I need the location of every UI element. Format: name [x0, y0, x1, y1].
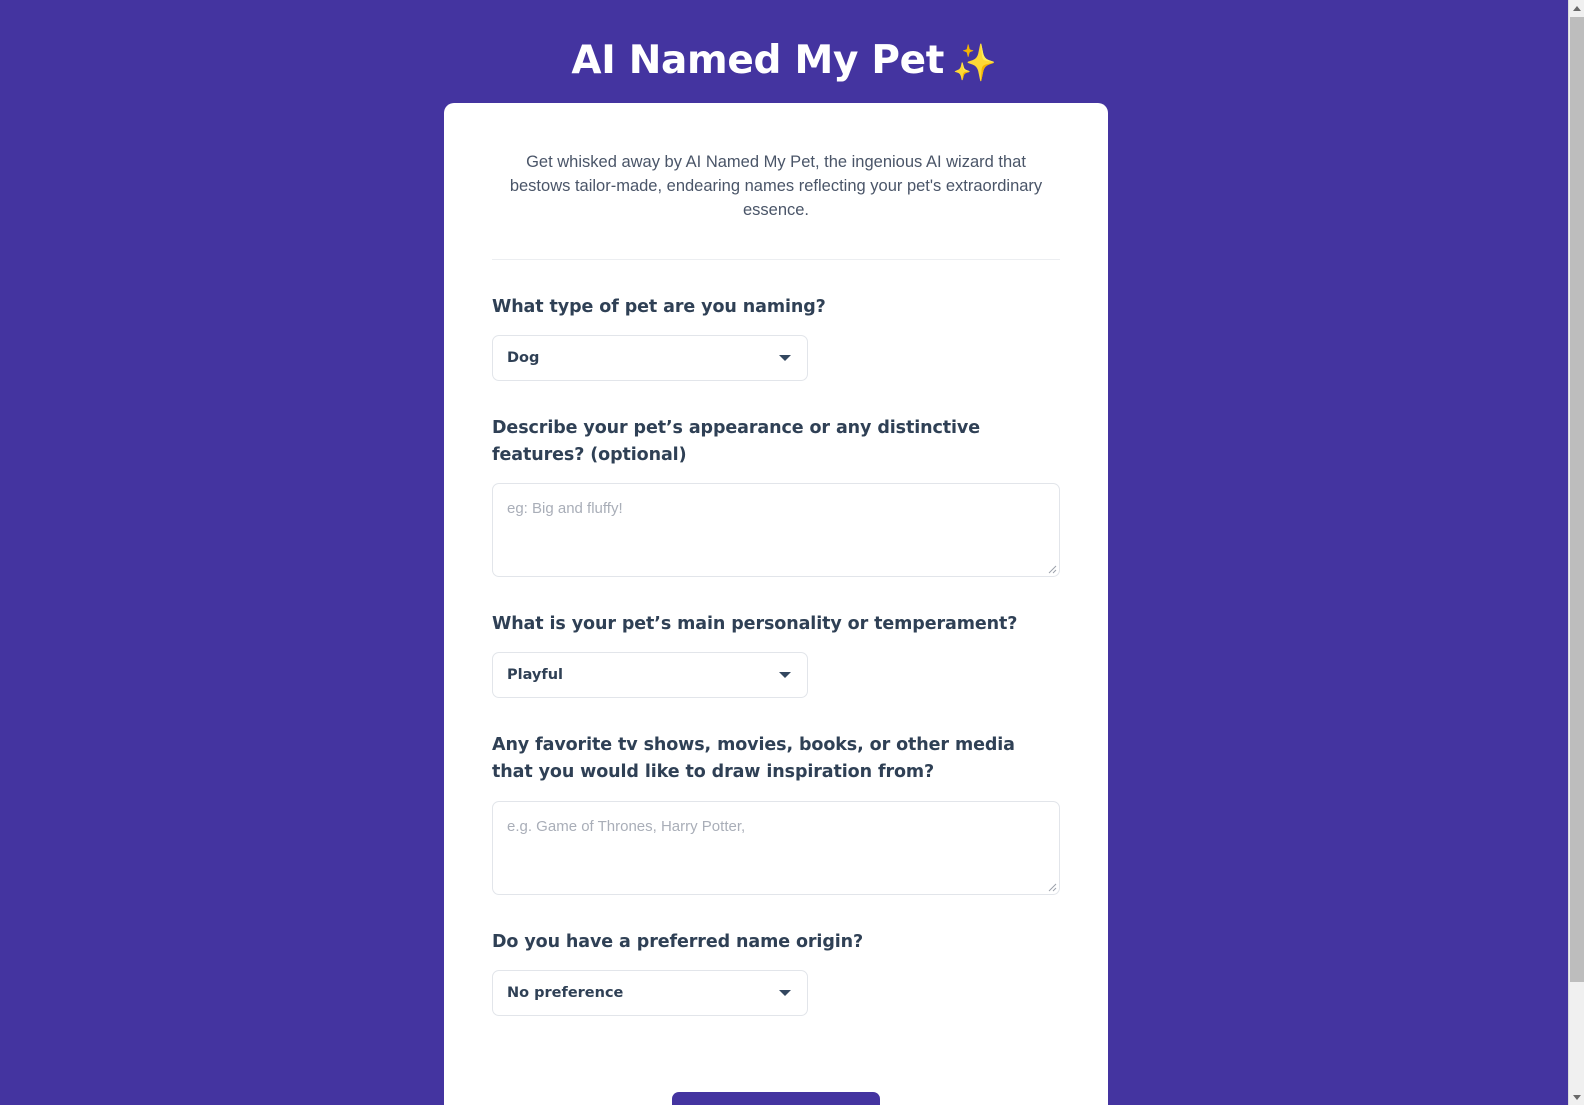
field-name-origin: Do you have a preferred name origin? No …	[492, 929, 1060, 1016]
chevron-down-icon	[779, 989, 791, 996]
name-origin-select[interactable]: No preference	[492, 969, 808, 1016]
media-textarea[interactable]	[492, 800, 1060, 895]
page-title: AI Named My Pet ✨	[0, 0, 1568, 84]
sparkles-icon: ✨	[952, 43, 997, 84]
scrollbar-thumb[interactable]	[1570, 17, 1584, 982]
label-name-origin: Do you have a preferred name origin?	[492, 931, 864, 952]
section-divider	[492, 258, 1060, 260]
submit-row: Generate Names	[492, 1050, 1060, 1105]
page-viewport: AI Named My Pet ✨ Get whisked away by AI …	[0, 0, 1568, 1105]
triangle-up-icon	[1573, 5, 1581, 11]
personality-selected-value: Playful	[507, 667, 563, 684]
field-appearance: Describe your pet’s appearance or any di…	[492, 415, 1060, 578]
name-origin-select-wrap: No preference	[492, 969, 808, 1016]
media-textarea-wrap	[492, 800, 1060, 895]
label-personality: What is your pet’s main personality or t…	[492, 614, 1018, 635]
appearance-textarea[interactable]	[492, 483, 1060, 578]
scroll-up-button[interactable]	[1569, 0, 1584, 16]
pet-type-selected-value: Dog	[507, 349, 540, 366]
generate-names-button[interactable]: Generate Names	[671, 1091, 881, 1105]
label-appearance: Describe your pet’s appearance or any di…	[492, 417, 980, 466]
page-title-text: AI Named My Pet	[571, 38, 945, 83]
intro-description: Get whisked away by AI Named My Pet, the…	[509, 153, 1043, 219]
personality-select[interactable]: Playful	[492, 652, 808, 699]
field-pet-type: What type of pet are you naming? Dog	[492, 294, 1060, 381]
form-card-inner: Get whisked away by AI Named My Pet, the…	[444, 103, 1108, 1105]
name-origin-selected-value: No preference	[507, 984, 624, 1001]
pet-type-select[interactable]: Dog	[492, 334, 808, 381]
field-media: Any favorite tv shows, movies, books, or…	[492, 732, 1060, 895]
label-pet-type: What type of pet are you naming?	[492, 296, 826, 317]
form-card: Get whisked away by AI Named My Pet, the…	[444, 103, 1108, 1105]
scroll-down-button[interactable]	[1569, 1089, 1584, 1105]
pet-type-select-wrap: Dog	[492, 334, 808, 381]
vertical-scrollbar[interactable]	[1568, 0, 1584, 1105]
label-media: Any favorite tv shows, movies, books, or…	[492, 735, 1015, 783]
triangle-down-icon	[1573, 1094, 1581, 1100]
personality-select-wrap: Playful	[492, 652, 808, 699]
field-personality: What is your pet’s main personality or t…	[492, 611, 1060, 699]
chevron-down-icon	[779, 354, 791, 361]
appearance-textarea-wrap	[492, 483, 1060, 578]
chevron-down-icon	[779, 672, 791, 679]
